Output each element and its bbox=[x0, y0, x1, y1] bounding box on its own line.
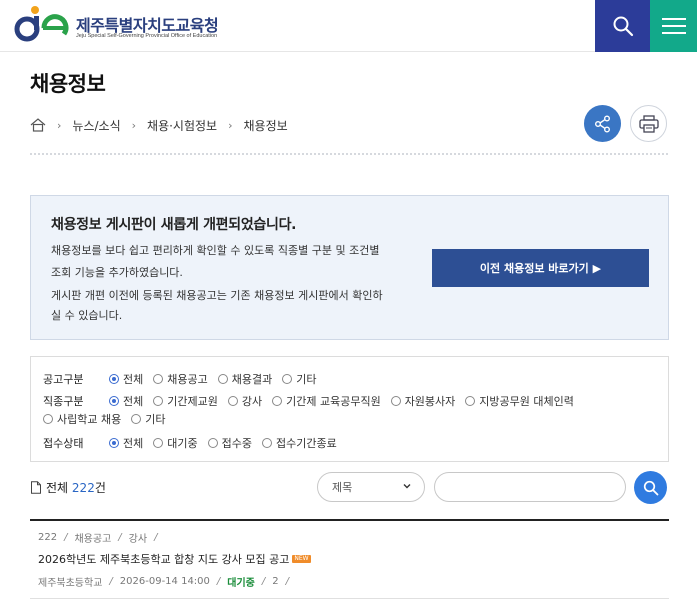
radio-status-waiting[interactable]: 대기중 bbox=[153, 435, 198, 451]
radio-job-volunteer[interactable]: 자원봉사자 bbox=[390, 393, 455, 409]
radio-job-contract-staff[interactable]: 기간제 교육공무직원 bbox=[272, 393, 381, 409]
post-job: 강사 bbox=[128, 534, 148, 545]
search-field-value: 제목 bbox=[332, 481, 353, 494]
chevron-down-icon bbox=[403, 484, 411, 489]
je-logo-mark-icon bbox=[14, 6, 69, 42]
filter-label: 공고구분 bbox=[43, 373, 84, 386]
filter-label: 접수상태 bbox=[43, 437, 84, 450]
total-count: 전체 222 건 bbox=[30, 479, 106, 496]
search-icon bbox=[613, 16, 633, 37]
total-label: 전체 bbox=[46, 481, 69, 495]
notice-line: 채용정보를 보다 쉽고 편리하게 확인할 수 있도록 직종별 구분 및 조건별 bbox=[51, 244, 380, 257]
radio-notice-type-all[interactable]: 전체 bbox=[109, 371, 143, 387]
search-input[interactable] bbox=[434, 472, 626, 502]
radio-status-closed[interactable]: 접수기간종료 bbox=[262, 435, 337, 451]
radio-button[interactable] bbox=[282, 374, 293, 384]
search-icon bbox=[643, 480, 658, 495]
breadcrumb-current[interactable]: 채용정보 bbox=[244, 117, 288, 134]
header-menu-button[interactable] bbox=[650, 0, 697, 52]
previous-board-link-button[interactable]: 이전 채용정보 바로가기 ▶ bbox=[432, 249, 649, 287]
list-row-divider bbox=[30, 598, 669, 599]
post-number: 222 bbox=[38, 532, 58, 543]
filter-row-status: 접수상태 전체 대기중 접수중 접수기간종료 bbox=[43, 435, 347, 451]
radio-button[interactable] bbox=[390, 396, 401, 406]
breadcrumb-separator: › bbox=[57, 118, 62, 132]
breadcrumb-news[interactable]: 뉴스/소식 bbox=[72, 117, 120, 134]
radio-notice-type-result[interactable]: 채용결과 bbox=[217, 371, 272, 387]
printer-icon bbox=[638, 114, 659, 133]
radio-button[interactable] bbox=[43, 414, 53, 424]
radio-button[interactable] bbox=[227, 396, 238, 406]
filter-panel: 공고구분 전체 채용공고 채용결과 기타 직종구분 전체 기간제교원 강사 기간… bbox=[30, 356, 669, 462]
post-category: 채용공고 bbox=[74, 534, 112, 545]
filter-label: 직종구분 bbox=[43, 395, 84, 408]
radio-job-private-school[interactable]: 사립학교 채용 bbox=[43, 411, 121, 427]
post-meta-top: 222/ 채용공고 / 강사 / bbox=[38, 532, 158, 545]
filter-row-job-type: 직종구분 전체 기간제교원 강사 기간제 교육공무직원 자원봉사자 지방공무원 … bbox=[43, 393, 584, 409]
radio-status-all[interactable]: 전체 bbox=[109, 435, 143, 451]
share-icon bbox=[594, 115, 610, 132]
filter-row-notice-type: 공고구분 전체 채용공고 채용결과 기타 bbox=[43, 371, 326, 387]
radio-button[interactable] bbox=[109, 374, 119, 384]
site-logo[interactable]: 제주특별자치도교육청 Jeju Special Self-Governing P… bbox=[14, 4, 244, 44]
radio-button[interactable] bbox=[465, 396, 476, 406]
post-title: 2026학년도 제주북초등학교 합창 지도 강사 모집 공고 bbox=[38, 553, 290, 566]
radio-button[interactable] bbox=[109, 438, 119, 448]
divider bbox=[30, 153, 668, 155]
breadcrumb: › 뉴스/소식 › 채용·시험정보 › 채용정보 bbox=[30, 116, 288, 134]
share-button[interactable] bbox=[584, 105, 621, 142]
post-views: 2 bbox=[272, 576, 279, 587]
print-button[interactable] bbox=[630, 105, 667, 142]
radio-button[interactable] bbox=[217, 374, 228, 384]
post-date: 2026-09-14 14:00 bbox=[119, 576, 210, 587]
breadcrumb-separator: › bbox=[228, 118, 233, 132]
filter-row-job-type-cont: 사립학교 채용 기타 bbox=[43, 411, 175, 427]
radio-button[interactable] bbox=[207, 438, 218, 448]
breadcrumb-separator: › bbox=[131, 118, 137, 132]
search-submit-button[interactable] bbox=[634, 471, 667, 504]
radio-notice-type-etc[interactable]: 기타 bbox=[282, 371, 316, 387]
new-badge: NEW bbox=[292, 555, 311, 563]
site-header: 제주특별자치도교육청 Jeju Special Self-Governing P… bbox=[0, 0, 697, 52]
radio-button[interactable] bbox=[153, 396, 164, 406]
post-school: 제주북초등학교 bbox=[38, 578, 103, 589]
notice-title: 채용정보 게시판이 새롭게 개편되었습니다. bbox=[51, 217, 297, 233]
hamburger-menu-icon bbox=[661, 18, 686, 34]
notice-box: 채용정보 게시판이 새롭게 개편되었습니다. 채용정보를 보다 쉽고 편리하게 … bbox=[30, 195, 669, 340]
radio-button[interactable] bbox=[153, 374, 164, 384]
notice-line: 실 수 있습니다. bbox=[51, 309, 123, 322]
logo-subtitle: Jeju Special Self-Governing Provincial O… bbox=[76, 33, 218, 39]
page-title: 채용정보 bbox=[30, 72, 106, 96]
breadcrumb-recruit-exam[interactable]: 채용·시험정보 bbox=[147, 117, 217, 134]
radio-notice-type-recruit[interactable]: 채용공고 bbox=[153, 371, 208, 387]
post-title-link[interactable]: 2026학년도 제주북초등학교 합창 지도 강사 모집 공고 NEW bbox=[38, 551, 311, 567]
radio-button[interactable] bbox=[272, 396, 283, 406]
header-search-button[interactable] bbox=[595, 0, 650, 52]
notice-line: 조회 기능을 추가하였습니다. bbox=[51, 266, 183, 279]
radio-button[interactable] bbox=[109, 396, 119, 406]
radio-job-all[interactable]: 전체 bbox=[109, 393, 143, 409]
radio-button[interactable] bbox=[153, 438, 164, 448]
search-field-select[interactable]: 제목 bbox=[317, 472, 425, 502]
total-unit: 건 bbox=[94, 481, 106, 495]
radio-job-instructor[interactable]: 강사 bbox=[227, 393, 262, 409]
home-icon[interactable] bbox=[30, 118, 46, 132]
radio-job-contract-teacher[interactable]: 기간제교원 bbox=[153, 393, 218, 409]
list-top-border bbox=[30, 519, 669, 521]
status-badge: 대기중 bbox=[227, 578, 255, 589]
radio-button[interactable] bbox=[131, 414, 142, 424]
radio-job-etc[interactable]: 기타 bbox=[131, 411, 165, 427]
radio-job-substitute[interactable]: 지방공무원 대체인력 bbox=[465, 393, 574, 409]
radio-status-open[interactable]: 접수중 bbox=[207, 435, 252, 451]
total-number: 222 bbox=[71, 480, 95, 495]
document-icon bbox=[31, 481, 41, 494]
notice-line: 게시판 개편 이전에 등록된 채용공고는 기존 채용정보 게시판에서 확인하 bbox=[51, 289, 383, 302]
post-meta-bottom: 제주북초등학교/ 2026-09-14 14:00/ 대기중/ 2/ bbox=[38, 576, 290, 589]
radio-button[interactable] bbox=[262, 438, 272, 448]
